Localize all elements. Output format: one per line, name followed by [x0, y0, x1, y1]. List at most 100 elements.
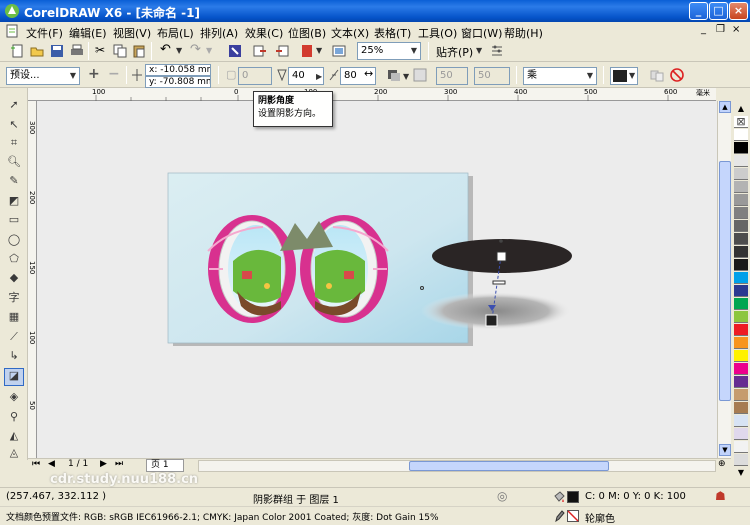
- table-tool-icon[interactable]: ▦: [6, 310, 22, 324]
- color-swatch[interactable]: [734, 194, 748, 206]
- menu-window[interactable]: 窗口(W): [461, 25, 502, 41]
- no-color-swatch[interactable]: ⊠: [734, 116, 748, 128]
- undo-icon[interactable]: ↶: [160, 42, 171, 57]
- menu-tools[interactable]: 工具(O): [418, 25, 457, 41]
- open-folder-icon[interactable]: [30, 44, 44, 58]
- smart-fill-tool-icon[interactable]: ◩: [6, 194, 22, 208]
- cut-icon[interactable]: ✂: [95, 43, 105, 57]
- menu-table[interactable]: 表格(T): [374, 25, 411, 41]
- close-button[interactable]: ×: [729, 2, 748, 20]
- shape-tool-icon[interactable]: ↖: [6, 118, 22, 132]
- document-color-profile[interactable]: 文档颜色预置文件: RGB: sRGB IEC61966-2.1; CMYK: …: [6, 510, 439, 523]
- new-document-icon[interactable]: [10, 44, 24, 58]
- drop-shadow-tool-icon[interactable]: ◪: [4, 368, 24, 386]
- crop-tool-icon[interactable]: ⌗: [6, 136, 22, 150]
- feather-slider-icon[interactable]: ↔: [364, 67, 373, 80]
- color-swatch[interactable]: [734, 324, 748, 336]
- rectangle-tool-icon[interactable]: ▭: [6, 213, 22, 227]
- menu-help[interactable]: 帮助(H): [504, 25, 543, 41]
- menu-view[interactable]: 视图(V): [113, 25, 151, 41]
- color-swatch[interactable]: [734, 428, 748, 440]
- color-swatch[interactable]: [734, 155, 748, 167]
- maximize-button[interactable]: □: [709, 2, 728, 20]
- paste-icon[interactable]: [132, 44, 146, 58]
- palette-scroll-down-icon[interactable]: ▼: [734, 468, 748, 478]
- eyedropper-tool-icon[interactable]: ⚲: [6, 410, 22, 424]
- x-position-input[interactable]: x: -10.058 mm: [145, 64, 211, 76]
- chevron-down-icon[interactable]: ▼: [403, 72, 409, 81]
- color-swatch[interactable]: [734, 129, 748, 141]
- feather-edges-icon[interactable]: [413, 68, 427, 82]
- color-swatch[interactable]: [734, 298, 748, 310]
- horizontal-scroll-thumb[interactable]: [409, 461, 609, 471]
- preset-select[interactable]: 预设... ▼: [6, 67, 80, 85]
- options-icon[interactable]: [490, 44, 504, 58]
- page-tab[interactable]: 页 1: [146, 459, 184, 472]
- snap-to-menu[interactable]: 贴齐(P): [436, 44, 473, 60]
- color-swatch[interactable]: [734, 441, 748, 453]
- chevron-down-icon[interactable]: ▼: [316, 46, 322, 55]
- minimize-button[interactable]: _: [689, 2, 708, 20]
- doc-restore-button[interactable]: ❐: [716, 24, 725, 35]
- copy-shadow-properties-icon[interactable]: [650, 68, 664, 82]
- zoom-navigator-icon[interactable]: ⊕: [718, 459, 726, 469]
- clear-shadow-icon[interactable]: [670, 68, 684, 82]
- color-swatch[interactable]: [734, 454, 748, 466]
- chevron-down-icon[interactable]: ▼: [176, 46, 182, 55]
- shadow-color-picker[interactable]: ▼: [610, 67, 638, 85]
- doc-minimize-button[interactable]: _: [701, 24, 706, 35]
- last-page-icon[interactable]: ⏭: [115, 459, 123, 469]
- outline-none-icon[interactable]: [567, 510, 579, 522]
- drawing-canvas[interactable]: [37, 101, 717, 458]
- save-icon[interactable]: [50, 44, 64, 58]
- chevron-down-icon[interactable]: ▼: [476, 46, 482, 55]
- color-swatch[interactable]: [734, 246, 748, 258]
- stretch-input[interactable]: 50: [474, 67, 510, 85]
- import-icon[interactable]: [253, 44, 267, 58]
- color-swatch[interactable]: [734, 389, 748, 401]
- publish-pdf-icon[interactable]: [300, 44, 314, 58]
- color-swatch[interactable]: [734, 376, 748, 388]
- dimension-tool-icon[interactable]: ⟋: [6, 330, 22, 344]
- color-swatch[interactable]: [734, 272, 748, 284]
- first-page-icon[interactable]: ⏮: [32, 459, 40, 469]
- merge-mode-select[interactable]: 乘 ▼: [523, 67, 597, 85]
- color-swatch[interactable]: [734, 142, 748, 154]
- vertical-scrollbar[interactable]: ▲ ▼: [717, 101, 731, 458]
- color-swatch[interactable]: [734, 415, 748, 427]
- color-swatch[interactable]: [734, 350, 748, 362]
- freehand-tool-icon[interactable]: ✎: [6, 174, 22, 188]
- redo-icon[interactable]: ↷: [190, 42, 201, 57]
- palette-scroll-up-icon[interactable]: ▲: [734, 104, 748, 114]
- menu-effects[interactable]: 效果(C): [245, 25, 283, 41]
- export-icon[interactable]: [275, 44, 289, 58]
- color-swatch[interactable]: [734, 233, 748, 245]
- horizontal-scrollbar[interactable]: [198, 460, 716, 472]
- color-swatch[interactable]: [734, 402, 748, 414]
- menu-bitmaps[interactable]: 位图(B): [288, 25, 326, 41]
- chevron-down-icon[interactable]: ▼: [206, 46, 212, 55]
- print-icon[interactable]: [70, 44, 84, 58]
- fill-tool-icon[interactable]: ◭: [6, 429, 22, 443]
- feather-direction-icon[interactable]: [386, 68, 402, 82]
- welcome-screen-icon[interactable]: [332, 44, 346, 58]
- color-swatch[interactable]: [734, 363, 748, 375]
- menu-arrange[interactable]: 排列(A): [200, 25, 238, 41]
- remove-preset-icon[interactable]: −: [108, 66, 120, 82]
- interactive-fill-tool-icon[interactable]: ◬: [6, 446, 22, 460]
- search-content-icon[interactable]: [228, 44, 242, 58]
- basic-shapes-tool-icon[interactable]: ◆: [6, 271, 22, 285]
- scroll-down-button[interactable]: ▼: [719, 444, 731, 456]
- text-tool-icon[interactable]: 字: [6, 291, 22, 305]
- transparency-tool-icon[interactable]: ◈: [6, 390, 22, 404]
- color-swatch[interactable]: [734, 259, 748, 271]
- copy-icon[interactable]: [113, 44, 127, 58]
- fill-color-swatch[interactable]: [567, 491, 579, 503]
- zoom-tool-icon[interactable]: 🔍︎: [6, 155, 22, 169]
- pick-tool-icon[interactable]: ➚: [6, 98, 22, 112]
- y-position-input[interactable]: y: -70.808 mm: [145, 76, 211, 88]
- horizontal-ruler[interactable]: 100 0 100 200 300 400 500 600 毫米: [28, 88, 716, 101]
- next-page-icon[interactable]: ▶: [100, 459, 107, 469]
- ellipse-tool-icon[interactable]: ◯: [6, 233, 22, 247]
- color-swatch[interactable]: [734, 168, 748, 180]
